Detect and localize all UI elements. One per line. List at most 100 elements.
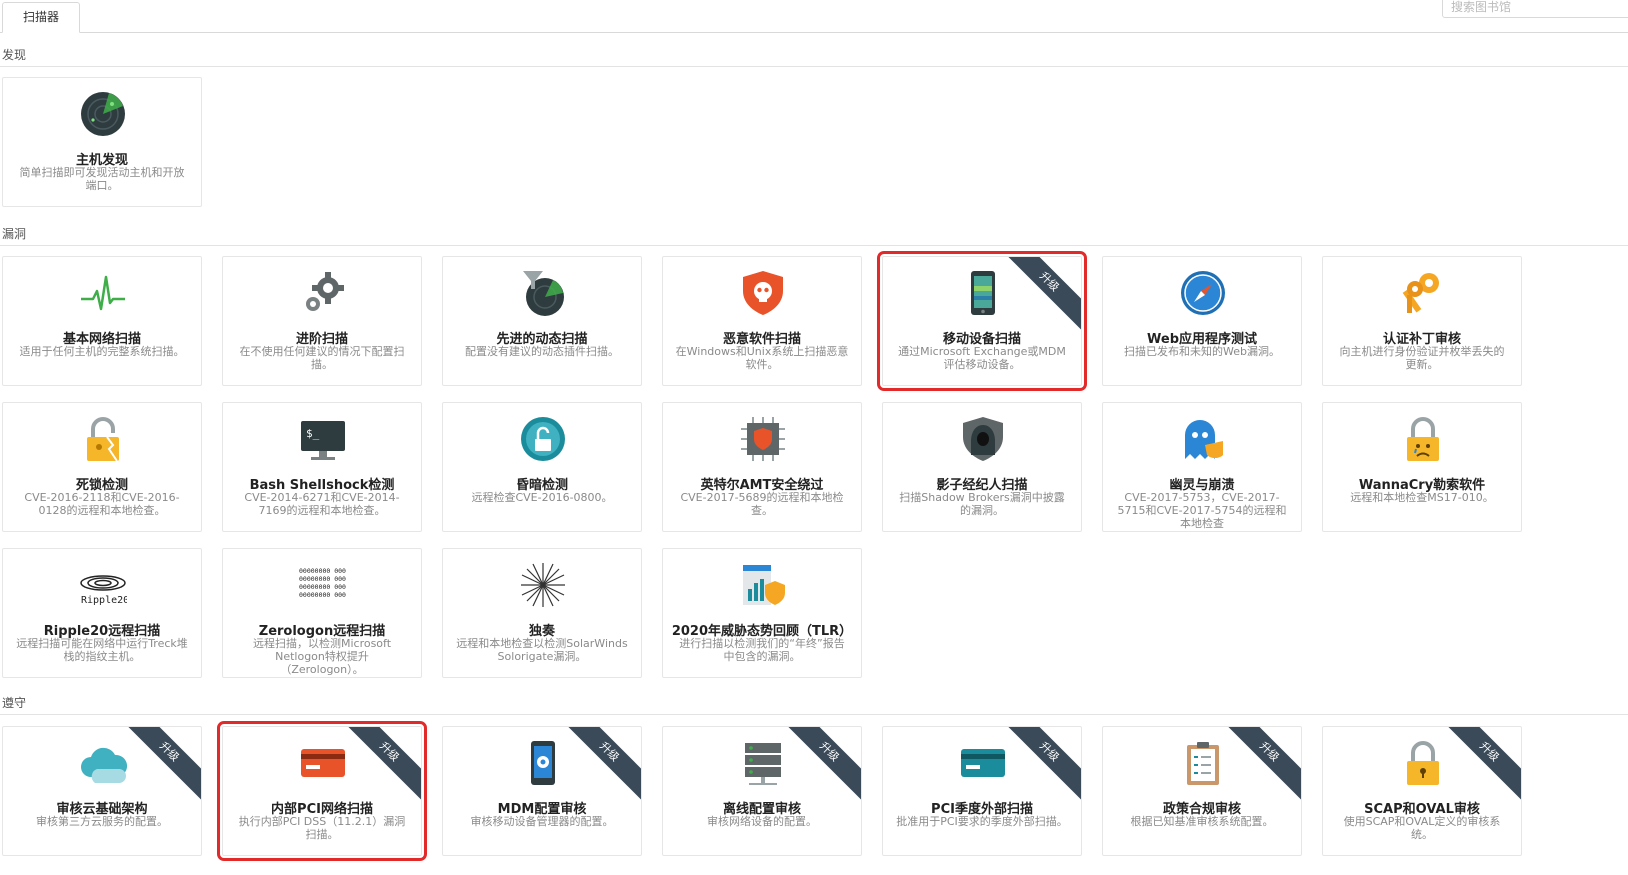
section-divider (0, 245, 1628, 246)
card-scap-oval[interactable]: SCAP和OVAL审核 使用SCAP和OVAL定义的审核系统。 升级 (1322, 726, 1522, 856)
card-description: 审核网络设备的配置。 (707, 815, 817, 828)
mobile-phone-icon (971, 271, 995, 315)
card-description: CVE-2016-2118和CVE-2016-0128的远程和本地检查。 (24, 491, 180, 517)
tab-scanners[interactable]: 扫描器 (2, 2, 80, 33)
gears-icon (306, 272, 344, 311)
card-basic-network-scan[interactable]: 基本网络扫描 适用于任何主机的完整系统扫描。 (2, 256, 202, 386)
section-title-discovery: 发现 (2, 48, 27, 62)
compass-icon (1181, 271, 1225, 315)
card-description: 根据已知基准审核系统配置。 (1130, 815, 1274, 828)
card-internal-pci[interactable]: 内部PCI网络扫描 执行内部PCI DSS（11.2.1）漏洞扫描。 升级 (217, 721, 427, 861)
card-tlr-2020[interactable]: 2020年威胁态势回顾（TLR） 进行扫描以检测我们的“年终”报告中包含的漏洞。 (662, 548, 862, 678)
card-description: 进行扫描以检测我们的“年终”报告中包含的漏洞。 (679, 637, 845, 663)
svg-text:00000000 000: 00000000 000 (299, 583, 346, 591)
credit-card-icon (301, 749, 345, 777)
svg-text:Ripple20: Ripple20 (81, 595, 127, 606)
section-title-compliance: 遵守 (2, 696, 27, 710)
unlock-circle-icon (521, 417, 565, 461)
card-ripple20[interactable]: Ripple20 Ripple20远程扫描 远程扫描可能在网络中运行Treck堆… (2, 548, 202, 678)
upgrade-ribbon: 升级 (998, 727, 1081, 803)
upgrade-ribbon: 升级 (558, 727, 641, 803)
pulse-icon (81, 275, 125, 311)
upgrade-ribbon: 升级 (1218, 727, 1301, 803)
card-description: 在不使用任何建议的情况下配置扫描。 (239, 345, 405, 371)
card-offline-audit[interactable]: 离线配置审核 审核网络设备的配置。 升级 (662, 726, 862, 856)
card-description: 远程扫描可能在网络中运行Treck堆栈的指纹主机。 (16, 637, 188, 663)
terminal-monitor-icon: $_ (301, 421, 345, 460)
hooded-figure-icon (963, 417, 1003, 461)
upgrade-ribbon: 升级 (778, 727, 861, 803)
card-description: 远程和本地检查MS17-010。 (1350, 491, 1494, 504)
crying-lock-icon (1407, 417, 1439, 461)
card-cloud-audit[interactable]: 审核云基础架构 审核第三方云服务的配置。 升级 (2, 726, 202, 856)
search-input[interactable] (1442, 0, 1628, 18)
upgrade-ribbon: 升级 (1438, 727, 1521, 803)
card-dim-detection[interactable]: 昏暗检测 远程检查CVE-2016-0800。 (442, 402, 642, 532)
card-web-app-test[interactable]: Web应用程序测试 扫描已发布和未知的Web漏洞。 (1102, 256, 1302, 386)
card-description: 扫描Shadow Brokers漏洞中披露的漏洞。 (899, 491, 1065, 517)
upgrade-ribbon: 升级 (338, 727, 421, 803)
svg-text:00000000 000: 00000000 000 (299, 567, 346, 575)
cloud-icon (81, 747, 127, 783)
lock-icon (1407, 741, 1439, 785)
upgrade-ribbon: 升级 (998, 257, 1081, 333)
card-description: 使用SCAP和OVAL定义的审核系统。 (1343, 815, 1501, 841)
card-description: 扫描已发布和未知的Web漏洞。 (1124, 345, 1280, 358)
card-description: 批准用于PCI要求的季度外部扫描。 (896, 815, 1068, 828)
card-description: 远程和本地检查以检测SolarWinds Solorigate漏洞。 (456, 637, 628, 663)
keys-icon (1402, 273, 1439, 313)
ghost-icon (1185, 420, 1223, 459)
card-advanced-scan[interactable]: 进阶扫描 在不使用任何建议的情况下配置扫描。 (222, 256, 422, 386)
svg-text:00000000 000: 00000000 000 (299, 575, 346, 583)
report-shield-icon (743, 565, 785, 605)
card-pci-external[interactable]: PCI季度外部扫描 批准用于PCI要求的季度外部扫描。 升级 (882, 726, 1082, 856)
card-advanced-dynamic-scan[interactable]: 先进的动态扫描 配置没有建议的动态插件扫描。 (442, 256, 642, 386)
server-rack-icon (745, 743, 781, 785)
card-description: 在Windows和Unix系统上扫描恶意软件。 (675, 345, 849, 371)
chip-icon (741, 417, 785, 461)
card-spectre-meltdown[interactable]: 幽灵与崩溃 CVE-2017-5753，CVE-2017-5715和CVE-20… (1102, 402, 1302, 532)
card-malware-scan[interactable]: 恶意软件扫描 在Windows和Unix系统上扫描恶意软件。 (662, 256, 862, 386)
card-intel-amt[interactable]: 英特尔AMT安全绕过 CVE-2017-5689的远程和本地检查。 (662, 402, 862, 532)
card-description: 远程检查CVE-2016-0800。 (471, 491, 613, 504)
card-mobile-device-scan[interactable]: 移动设备扫描 通过Microsoft Exchange或MDM评估移动设备。 升… (877, 251, 1087, 391)
section-divider (0, 66, 1628, 67)
card-shadow-brokers[interactable]: 影子经纪人扫描 扫描Shadow Brokers漏洞中披露的漏洞。 (882, 402, 1082, 532)
card-mdm-audit[interactable]: MDM配置审核 审核移动设备管理器的配置。 升级 (442, 726, 642, 856)
card-zerologon[interactable]: 00000000 000 00000000 000 00000000 000 0… (222, 548, 422, 678)
card-patch-audit[interactable]: 认证补丁审核 向主机进行身份验证并枚举丢失的更新。 (1322, 256, 1522, 386)
card-deadlock-detection[interactable]: 死锁检测 CVE-2016-2118和CVE-2016-0128的远程和本地检查… (2, 402, 202, 532)
broken-lock-icon (87, 417, 119, 462)
card-bash-shellshock[interactable]: $_ Bash Shellshock检测 CVE-2014-6271和CVE-2… (222, 402, 422, 532)
card-description: 适用于任何主机的完整系统扫描。 (19, 345, 185, 358)
card-description: CVE-2017-5753，CVE-2017-5715和CVE-2017-575… (1117, 491, 1287, 530)
card-solorigate[interactable]: 独奏 远程和本地检查以检测SolarWinds Solorigate漏洞。 (442, 548, 642, 678)
card-wannacry[interactable]: WannaCry勒索软件 远程和本地检查MS17-010。 (1322, 402, 1522, 532)
card-description: 远程扫描，以检测Microsoft Netlogon特权提升（Zerologon… (252, 637, 392, 676)
ripple-icon: Ripple20 (80, 575, 127, 606)
mobile-gear-icon (531, 741, 555, 785)
card-description: CVE-2014-6271和CVE-2014-7169的远程和本地检查。 (244, 491, 400, 517)
filter-radar-icon (523, 271, 564, 316)
svg-text:00000000 000: 00000000 000 (299, 591, 346, 599)
starburst-icon (521, 563, 565, 607)
credit-card-icon (961, 749, 1005, 777)
section-title-vulnerabilities: 漏洞 (2, 227, 27, 241)
section-divider (0, 714, 1628, 715)
binary-code-icon: 00000000 000 00000000 000 00000000 000 0… (299, 567, 346, 599)
svg-text:$_: $_ (306, 427, 320, 440)
radar-icon (81, 92, 125, 136)
card-host-discovery[interactable]: 主机发现 简单扫描即可发现活动主机和开放端口。 (2, 77, 202, 207)
upgrade-ribbon: 升级 (118, 727, 201, 803)
clipboard-icon (1187, 742, 1219, 785)
card-description: 审核第三方云服务的配置。 (36, 815, 168, 828)
tab-bar: 扫描器 (0, 0, 1628, 33)
card-description: 审核移动设备管理器的配置。 (470, 815, 614, 828)
card-description: 配置没有建议的动态插件扫描。 (465, 345, 619, 358)
card-description: 向主机进行身份验证并枚举丢失的更新。 (1339, 345, 1505, 371)
card-description: 通过Microsoft Exchange或MDM评估移动设备。 (898, 345, 1066, 371)
card-description: CVE-2017-5689的远程和本地检查。 (680, 491, 844, 517)
card-description: 简单扫描即可发现活动主机和开放端口。 (19, 166, 185, 192)
shield-skull-icon (743, 271, 783, 315)
card-policy-audit[interactable]: 政策合规审核 根据已知基准审核系统配置。 升级 (1102, 726, 1302, 856)
